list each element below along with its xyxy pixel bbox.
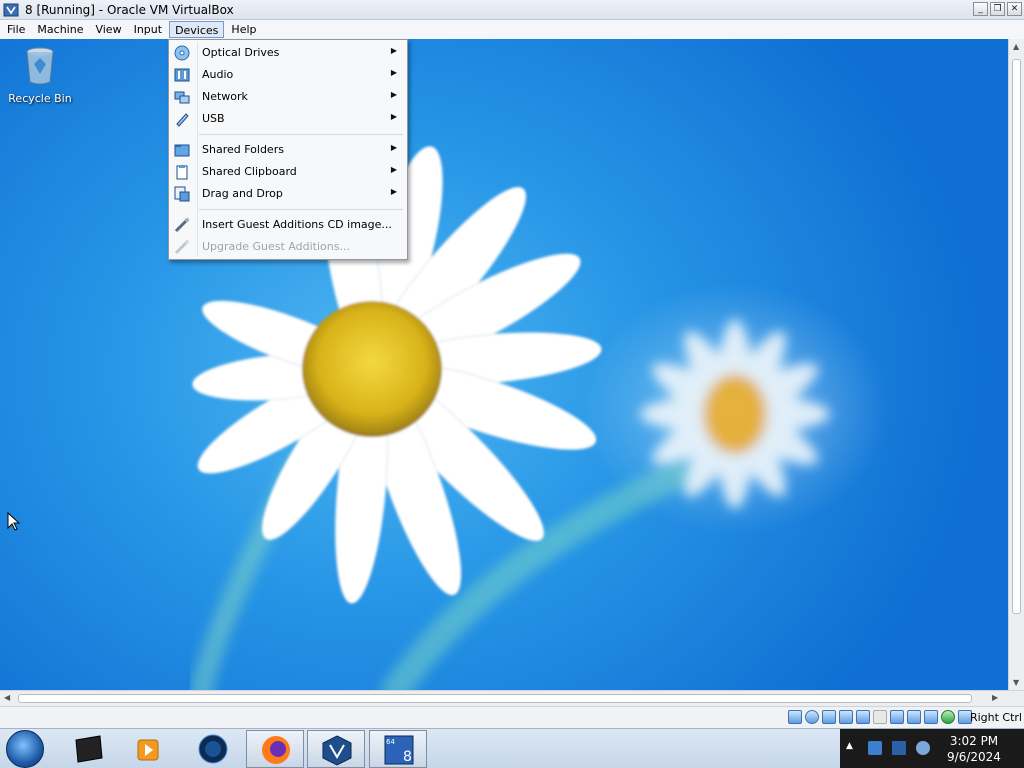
submenu-arrow-icon: ▶ xyxy=(390,187,397,196)
display-icon[interactable] xyxy=(890,710,904,724)
taskbar: 8 64 ▲ 3:02 PM 9/6/2024 xyxy=(0,728,1024,768)
media-player-icon[interactable] xyxy=(120,730,178,768)
taskbar-clock[interactable]: 3:02 PM 9/6/2024 xyxy=(938,733,1010,765)
tray-app-icon[interactable] xyxy=(868,741,882,755)
shared-folders-icon[interactable] xyxy=(873,710,887,724)
menu-item-shared-clipboard[interactable]: Shared Clipboard ▶ xyxy=(171,161,407,183)
guest-additions-icon xyxy=(174,218,189,233)
tray-volume-icon[interactable] xyxy=(916,741,930,755)
mouse-integration-icon[interactable] xyxy=(941,710,955,724)
drag-drop-icon xyxy=(174,186,190,202)
clock-time: 3:02 PM xyxy=(949,734,999,748)
close-button[interactable]: ✕ xyxy=(1007,2,1022,16)
upgrade-icon xyxy=(174,240,189,255)
menu-bar: File Machine View Input Devices Help xyxy=(0,20,1024,39)
submenu-arrow-icon: ▶ xyxy=(390,68,397,77)
menu-separator xyxy=(199,134,403,135)
horizontal-scroll-thumb[interactable] xyxy=(18,694,972,703)
devices-menu: Optical Drives ▶ Audio ▶ Network ▶ USB ▶… xyxy=(168,39,408,260)
menu-item-usb[interactable]: USB ▶ xyxy=(171,108,407,130)
submenu-arrow-icon: ▶ xyxy=(390,46,397,55)
system-tray: ▲ 3:02 PM 9/6/2024 xyxy=(840,729,1024,768)
network-icon[interactable] xyxy=(839,710,853,724)
daisy-wallpaper xyxy=(190,146,830,690)
horizontal-scrollbar[interactable]: ◀ ▶ xyxy=(0,690,1024,706)
menu-help[interactable]: Help xyxy=(226,21,261,38)
shared-folders-icon xyxy=(174,144,190,157)
vertical-scroll-thumb[interactable] xyxy=(1012,59,1021,614)
title-bar: 8 [Running] - Oracle VM VirtualBox _ ❐ ✕ xyxy=(0,0,1024,20)
menu-item-upgrade-guest-additions: Upgrade Guest Additions... xyxy=(171,236,407,258)
menu-item-shared-folders[interactable]: Shared Folders ▶ xyxy=(171,139,407,161)
globe-icon[interactable] xyxy=(184,730,242,768)
windows-start-icon[interactable] xyxy=(6,730,44,768)
audio-icon xyxy=(174,68,190,82)
submenu-arrow-icon: ▶ xyxy=(390,165,397,174)
mouse-cursor-icon xyxy=(7,512,21,531)
svg-text:64: 64 xyxy=(386,738,395,746)
scroll-up-arrow-icon[interactable]: ▲ xyxy=(1013,42,1019,51)
show-hidden-icons-icon[interactable]: ▲ xyxy=(846,741,853,751)
menu-file[interactable]: File xyxy=(2,21,30,38)
windows8-vm-icon[interactable]: 8 64 xyxy=(369,730,427,768)
vertical-scrollbar[interactable]: ▲ ▼ xyxy=(1008,39,1024,690)
optical-drive-icon xyxy=(174,45,190,61)
firefox-icon[interactable] xyxy=(246,730,304,768)
recycle-bin-icon xyxy=(26,47,54,85)
menu-view[interactable]: View xyxy=(90,21,126,38)
virtualbox-app-icon xyxy=(3,3,19,17)
scroll-right-arrow-icon[interactable]: ▶ xyxy=(992,693,998,702)
usb-icon xyxy=(176,113,189,127)
recycle-bin-label: Recycle Bin xyxy=(8,92,72,105)
menu-input[interactable]: Input xyxy=(129,21,167,38)
video-capture-icon[interactable] xyxy=(907,710,921,724)
menu-devices[interactable]: Devices xyxy=(169,21,225,38)
desktop-icon-recycle-bin[interactable]: Recycle Bin xyxy=(5,46,75,105)
menu-item-network[interactable]: Network ▶ xyxy=(171,86,407,108)
menu-item-drag-and-drop[interactable]: Drag and Drop ▶ xyxy=(171,183,407,205)
vt-x-icon[interactable] xyxy=(924,710,938,724)
host-key-label: Right Ctrl xyxy=(969,711,1022,724)
tray-network-icon[interactable] xyxy=(892,741,906,755)
menu-item-optical-drives[interactable]: Optical Drives ▶ xyxy=(171,42,407,64)
menu-machine[interactable]: Machine xyxy=(32,21,88,38)
scroll-down-arrow-icon[interactable]: ▼ xyxy=(1013,678,1019,687)
minimize-button[interactable]: _ xyxy=(973,2,988,16)
scroll-left-arrow-icon[interactable]: ◀ xyxy=(4,693,10,702)
guest-display[interactable] xyxy=(0,39,1008,690)
hard-disk-icon[interactable] xyxy=(788,710,802,724)
submenu-arrow-icon: ▶ xyxy=(390,90,397,99)
audio-icon[interactable] xyxy=(822,710,836,724)
menu-item-insert-guest-additions[interactable]: Insert Guest Additions CD image... xyxy=(171,214,407,236)
terminal-icon[interactable] xyxy=(60,730,118,768)
clipboard-icon xyxy=(176,165,188,180)
restore-button[interactable]: ❐ xyxy=(990,2,1005,16)
virtualbox-icon[interactable] xyxy=(307,730,365,768)
usb-icon[interactable] xyxy=(856,710,870,724)
clock-date: 9/6/2024 xyxy=(947,750,1001,764)
submenu-arrow-icon: ▶ xyxy=(390,112,397,121)
vm-status-bar: Right Ctrl xyxy=(0,706,1024,728)
network-icon xyxy=(174,91,190,104)
submenu-arrow-icon: ▶ xyxy=(390,143,397,152)
svg-text:8: 8 xyxy=(403,749,412,765)
window-title: 8 [Running] - Oracle VM VirtualBox xyxy=(25,3,234,17)
menu-item-audio[interactable]: Audio ▶ xyxy=(171,64,407,86)
optical-drive-icon[interactable] xyxy=(805,710,819,724)
menu-separator xyxy=(199,209,403,210)
